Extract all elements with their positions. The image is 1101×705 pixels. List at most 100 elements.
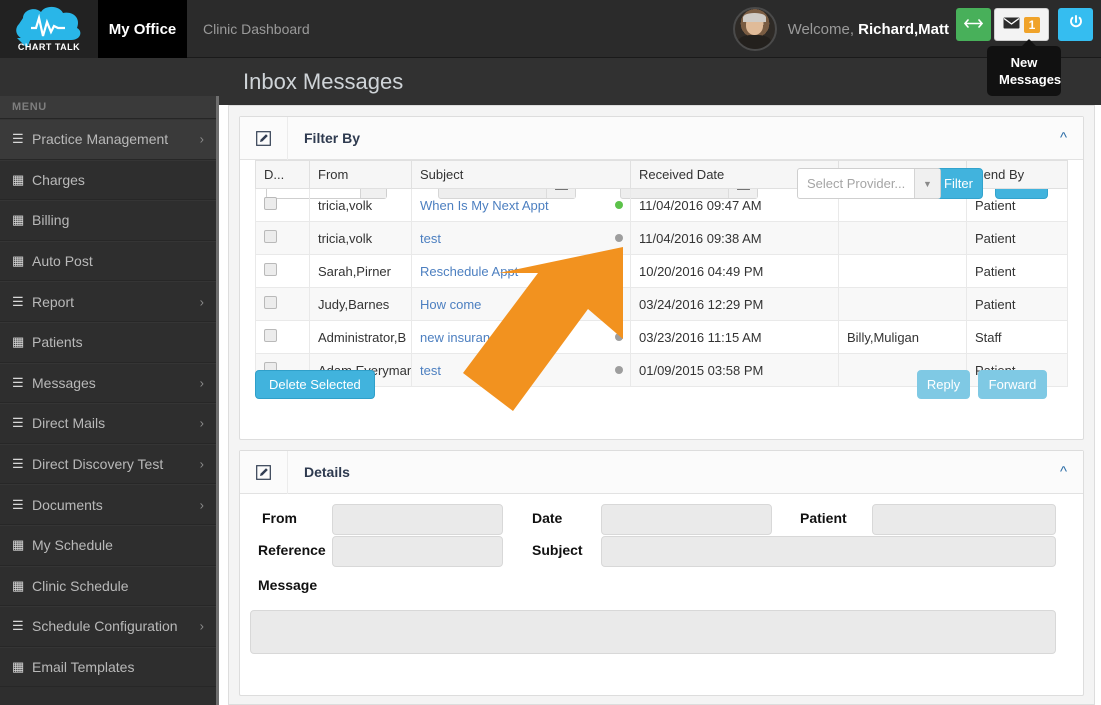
expand-button[interactable] xyxy=(956,8,991,41)
cell-from[interactable]: Sarah,Pirner xyxy=(309,254,412,288)
column-header-from[interactable]: From xyxy=(309,160,412,189)
subject-link[interactable]: How come xyxy=(420,297,481,312)
sidebar-item-label: Auto Post xyxy=(32,253,93,270)
brand-logo[interactable]: CHART TALK xyxy=(0,0,98,58)
cell-send-by: Patient xyxy=(966,287,1068,321)
details-from-input[interactable] xyxy=(332,504,503,535)
cloud-waveform-icon: CHART TALK xyxy=(7,4,91,54)
details-date-label: Date xyxy=(532,510,563,526)
mail-count-badge: 1 xyxy=(1023,16,1041,33)
table-row[interactable]: Judy,Barnes How come 03/24/2016 12:29 PM… xyxy=(255,287,1068,321)
cell-send-by: Staff xyxy=(966,320,1068,354)
sidebar-item-charges[interactable]: ▦ Charges xyxy=(0,159,216,201)
sidebar-item-patients[interactable]: ▦ Patients xyxy=(0,321,216,363)
list-icon: ☰ xyxy=(12,618,24,634)
grid-icon: ▦ xyxy=(12,171,25,187)
filter-panel-header: Filter By ^ xyxy=(240,116,1083,160)
table-row[interactable]: Sarah,Pirner Reschedule Appt 10/20/2016 … xyxy=(255,254,1068,288)
welcome-label: Welcome, Richard,Matt xyxy=(788,21,949,38)
sidebar-item-report[interactable]: ☰ Report › xyxy=(0,281,216,322)
new-messages-button[interactable]: 1 xyxy=(994,8,1049,41)
tab-clinic-dashboard[interactable]: Clinic Dashboard xyxy=(187,0,326,58)
read-status-dot xyxy=(615,234,623,242)
grid-icon: ▦ xyxy=(12,659,25,675)
details-reference-input[interactable] xyxy=(332,536,503,567)
details-message-textarea[interactable] xyxy=(250,610,1056,654)
cell-subject: test xyxy=(411,353,631,387)
row-checkbox-cell xyxy=(255,221,310,255)
sidebar-item-label: Direct Mails xyxy=(32,415,106,432)
sidebar-item-label: My Schedule xyxy=(32,537,113,554)
grid-icon: ▦ xyxy=(12,537,25,553)
column-header-delete[interactable]: D... xyxy=(255,160,310,189)
sidebar-heading: MENU xyxy=(0,96,216,119)
chevron-right-icon: › xyxy=(199,415,204,431)
avatar[interactable] xyxy=(732,7,777,51)
row-checkbox[interactable] xyxy=(264,329,277,342)
subject-link[interactable]: Reschedule Appt xyxy=(420,264,518,279)
details-subject-input[interactable] xyxy=(601,536,1056,567)
details-date-input[interactable] xyxy=(601,504,772,535)
sidebar-item-my-schedule[interactable]: ▦ My Schedule xyxy=(0,524,216,566)
top-navigation-bar: CHART TALK My Office Clinic Dashboard We… xyxy=(0,0,1101,58)
details-panel-title: Details xyxy=(304,464,350,480)
sidebar-item-billing[interactable]: ▦ Billing xyxy=(0,200,216,241)
cell-from[interactable]: tricia,volk xyxy=(309,221,412,255)
cell-from[interactable]: Judy,Barnes xyxy=(309,287,412,321)
sidebar-item-label: Practice Management xyxy=(32,131,169,148)
row-checkbox[interactable] xyxy=(264,197,277,210)
forward-button[interactable]: Forward xyxy=(978,370,1047,399)
cell-from[interactable]: Administrator,B xyxy=(309,320,412,354)
sidebar-item-messages[interactable]: ☰ Messages › xyxy=(0,362,216,404)
sidebar-item-label: Direct Discovery Test xyxy=(32,456,164,473)
cell-subject: new insurance card xyxy=(411,320,631,354)
details-patient-input[interactable] xyxy=(872,504,1056,535)
sidebar-item-clinic-schedule[interactable]: ▦ Clinic Schedule xyxy=(0,565,216,607)
table-row[interactable]: Administrator,B new insurance card 03/23… xyxy=(255,320,1068,354)
filter-button[interactable]: Filter xyxy=(934,168,983,199)
subject-link[interactable]: new insurance card xyxy=(420,330,533,345)
row-checkbox-cell xyxy=(255,254,310,288)
sidebar-item-label: Charges xyxy=(32,171,85,188)
user-welcome-area: Welcome, Richard,Matt xyxy=(732,0,949,58)
column-header-subject[interactable]: Subject xyxy=(411,160,631,189)
sidebar-item-direct-discovery-test[interactable]: ☰ Direct Discovery Test › xyxy=(0,443,216,485)
tab-my-office[interactable]: My Office xyxy=(98,0,187,58)
subject-link[interactable]: test xyxy=(420,231,441,246)
list-icon: ☰ xyxy=(12,496,24,512)
details-form: From Date Patient Reference Subject Mess… xyxy=(240,494,1083,694)
cell-from[interactable]: tricia,volk xyxy=(309,188,412,222)
chevron-up-icon[interactable]: ^ xyxy=(1060,130,1067,147)
delete-selected-button[interactable]: Delete Selected xyxy=(255,370,375,399)
provider-select[interactable]: Select Provider... ▼ xyxy=(797,168,941,199)
row-checkbox[interactable] xyxy=(264,296,277,309)
sidebar-item-email-templates[interactable]: ▦ Email Templates xyxy=(0,646,216,688)
cell-patient: Billy,Muligan xyxy=(838,320,967,354)
logout-button[interactable] xyxy=(1058,8,1093,41)
list-icon: ☰ xyxy=(12,293,24,309)
sidebar-item-documents[interactable]: ☰ Documents › xyxy=(0,484,216,525)
chevron-right-icon: › xyxy=(199,294,204,310)
sidebar-item-direct-mails[interactable]: ☰ Direct Mails › xyxy=(0,403,216,444)
row-checkbox[interactable] xyxy=(264,230,277,243)
subject-link[interactable]: test xyxy=(420,363,441,378)
sidebar-item-practice-management[interactable]: ☰ Practice Management › xyxy=(0,119,216,160)
cell-patient xyxy=(838,221,967,255)
read-status-dot xyxy=(615,366,623,374)
main-content: Filter By ^ Select... ▼ From From Date xyxy=(222,96,1101,705)
chevron-up-icon[interactable]: ^ xyxy=(1060,464,1067,481)
provider-select-value: Select Provider... xyxy=(807,176,906,191)
cell-patient xyxy=(838,254,967,288)
table-row[interactable]: tricia,volk test 11/04/2016 09:38 AM Pat… xyxy=(255,221,1068,255)
sidebar-item-auto-post[interactable]: ▦ Auto Post xyxy=(0,240,216,282)
sidebar-item-label: Messages xyxy=(32,374,96,391)
chevron-right-icon: › xyxy=(199,456,204,472)
sidebar-item-label: Schedule Configuration xyxy=(32,618,178,635)
sidebar: MENU ☰ Practice Management › ▦ Charges ▦… xyxy=(0,96,219,705)
subject-link[interactable]: When Is My Next Appt xyxy=(420,198,549,213)
row-checkbox-cell xyxy=(255,287,310,321)
row-checkbox[interactable] xyxy=(264,263,277,276)
reply-button[interactable]: Reply xyxy=(917,370,970,399)
sidebar-item-schedule-configuration[interactable]: ☰ Schedule Configuration › xyxy=(0,606,216,647)
cell-subject: Reschedule Appt xyxy=(411,254,631,288)
